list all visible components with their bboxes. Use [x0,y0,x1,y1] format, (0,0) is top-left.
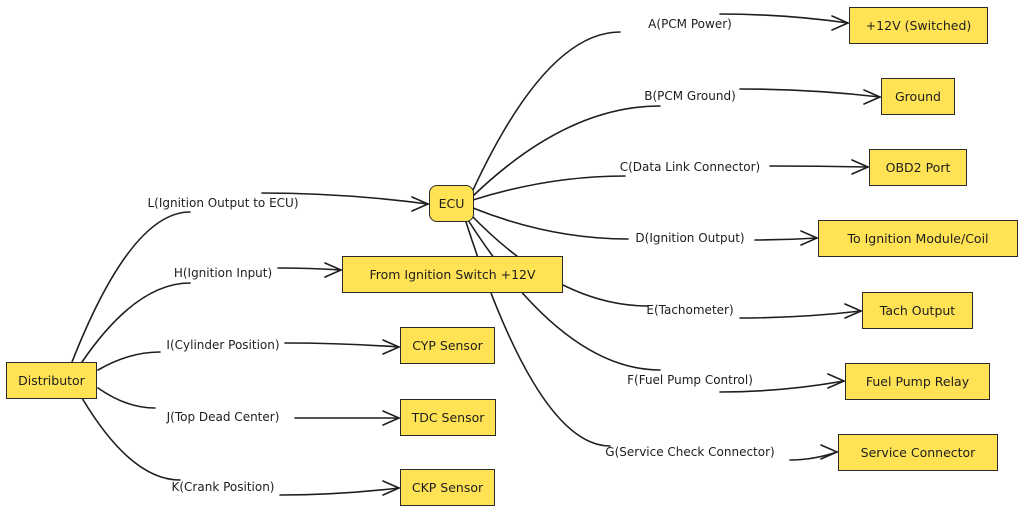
edge-label-a: A(PCM Power) [648,17,732,31]
node-ground[interactable]: Ground [881,78,955,115]
wire-c-target [769,165,869,168]
node-tach-output[interactable]: Tach Output [862,292,973,329]
node-ignition-switch[interactable]: From Ignition Switch +12V [342,256,563,293]
wire-h-target [277,267,342,271]
wire-i-source [97,351,161,371]
edge-label-l: L(Ignition Output to ECU) [147,196,299,210]
edge-label-i: I(Cylinder Position) [166,338,280,352]
edge-label-c: C(Data Link Connector) [619,160,761,174]
edge-label-g: G(Service Check Connector) [605,445,775,459]
wire-g-target [789,451,838,461]
edge-label-f: F(Fuel Pump Control) [627,373,753,387]
diagram-canvas: Distributor ECU From Ignition Switch +12… [0,0,1024,513]
edge-label-e: E(Tachometer) [646,303,734,317]
edge-label-h: H(Ignition Input) [173,266,273,280]
wire-b-target [739,88,881,98]
wire-d-source [472,207,629,240]
node-ecu[interactable]: ECU [429,185,474,222]
node-12v-switched[interactable]: +12V (Switched) [849,7,988,44]
node-tdc-sensor[interactable]: TDC Sensor [400,399,496,436]
wire-f-source [467,219,661,371]
edge-label-k: K(Crank Position) [171,480,275,494]
node-service-connector[interactable]: Service Connector [838,434,998,471]
edge-label-d: D(Ignition Output) [635,231,745,245]
node-distributor[interactable]: Distributor [6,362,97,399]
wire-c-source [472,175,626,201]
wire-e-target [739,310,862,319]
edge-label-j: J(Top Dead Center) [166,410,280,424]
wire-a-source [472,31,621,191]
wire-d-target [754,237,818,241]
node-ignition-module[interactable]: To Ignition Module/Coil [818,220,1018,257]
node-ckp-sensor[interactable]: CKP Sensor [400,469,495,506]
wire-b-source [472,105,661,197]
edge-label-b: B(PCM Ground) [644,89,736,103]
node-cyp-sensor[interactable]: CYP Sensor [400,327,495,364]
wire-a-target [719,13,849,24]
wire-k-target [279,487,400,496]
node-obd2-port[interactable]: OBD2 Port [869,149,967,186]
node-fuel-pump-relay[interactable]: Fuel Pump Relay [845,363,990,400]
wire-k-source [81,397,181,481]
wire-j-source [97,387,156,409]
wire-i-target [284,342,400,348]
